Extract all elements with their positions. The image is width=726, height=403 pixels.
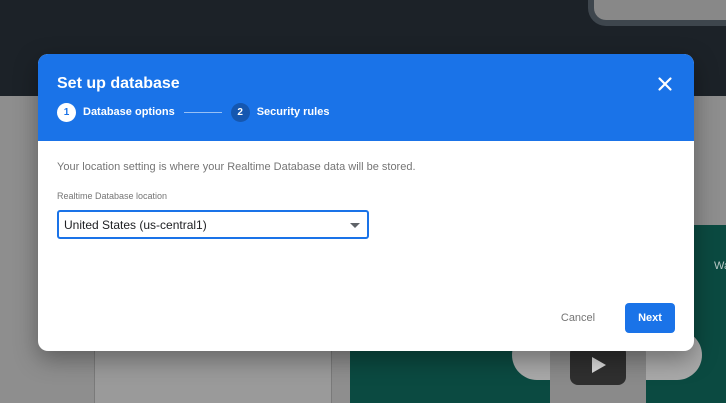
step-database-options: 1 Database options <box>57 102 175 122</box>
step-number: 1 <box>57 102 76 122</box>
chevron-down-icon <box>350 223 360 228</box>
play-video-icon <box>570 345 626 385</box>
location-description: Your location setting is where your Real… <box>57 161 416 173</box>
step-number: 2 <box>230 102 250 122</box>
step-label: Database options <box>83 106 175 118</box>
monitor-illustration <box>588 0 726 26</box>
stepper: 1 Database options 2 Security rules <box>57 102 329 122</box>
close-button[interactable] <box>653 72 677 96</box>
location-select-value: United States (us-central1) <box>64 218 207 232</box>
dialog-title: Set up database <box>57 75 180 92</box>
background-promo-text: Wa <box>714 260 726 272</box>
setup-database-dialog: Set up database 1 Database options 2 Sec… <box>38 54 694 351</box>
next-button[interactable]: Next <box>625 303 675 333</box>
step-security-rules: 2 Security rules <box>230 102 330 122</box>
cancel-button[interactable]: Cancel <box>548 303 608 333</box>
close-icon <box>658 77 672 91</box>
location-field-label: Realtime Database location <box>57 191 168 201</box>
dialog-body: Your location setting is where your Real… <box>38 141 694 351</box>
location-select[interactable]: United States (us-central1) <box>57 210 369 239</box>
step-label: Security rules <box>256 106 330 118</box>
step-connector <box>183 111 222 113</box>
dialog-header: Set up database 1 Database options 2 Sec… <box>38 54 694 141</box>
